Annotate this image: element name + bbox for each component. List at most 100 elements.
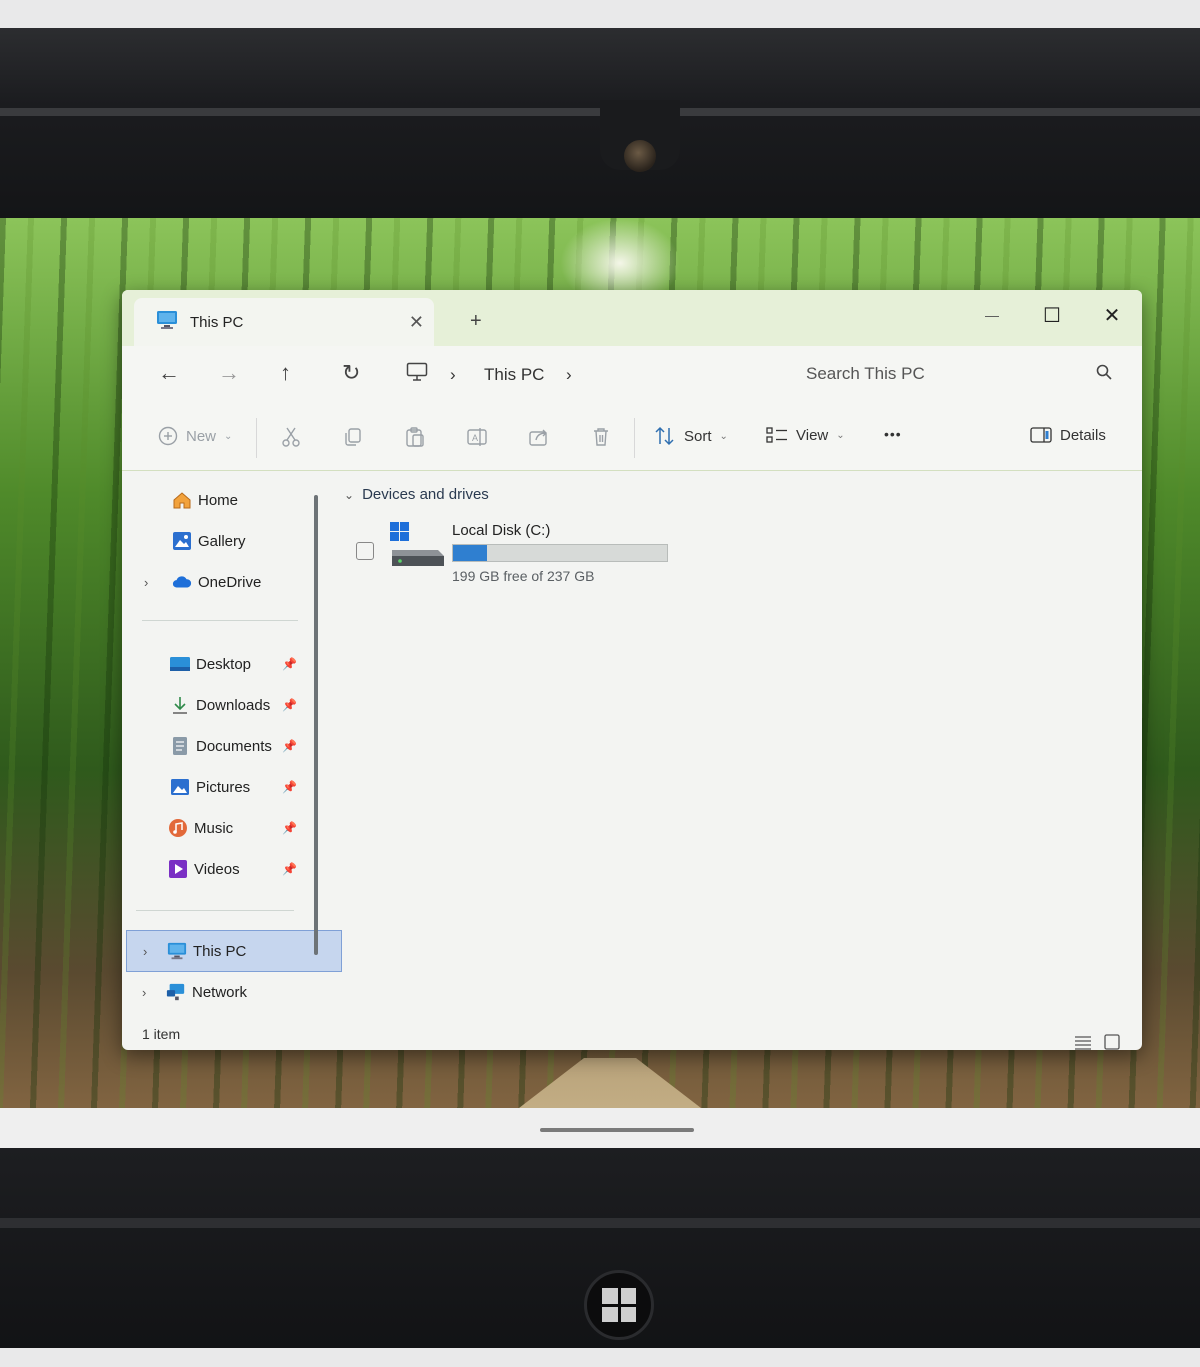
maximize-button[interactable]: ☐ [1022, 290, 1082, 340]
sort-label: Sort [684, 427, 712, 445]
share-button[interactable] [528, 426, 550, 448]
search-icon[interactable] [1096, 364, 1112, 385]
command-bar: New ⌄ A Sort ⌄ View ⌄ ••• Details [122, 404, 1142, 471]
close-window-button[interactable]: ✕ [1082, 290, 1142, 340]
sidebar-item-onedrive[interactable]: › OneDrive [122, 562, 362, 602]
chevron-down-icon: ⌄ [224, 430, 233, 442]
navigation-scrollbar[interactable] [314, 495, 318, 955]
file-explorer-window: This PC ✕ + — ☐ ✕ ← → ↑ ↻ › This PC › Se… [122, 290, 1142, 1050]
navigation-pane: Home Gallery › OneDrive Desktop 📌 Downlo… [122, 470, 342, 1018]
sort-icon [655, 426, 674, 446]
chevron-right-icon[interactable]: › [143, 944, 147, 959]
new-button[interactable]: New ⌄ [158, 426, 232, 446]
drive-item-c[interactable]: Local Disk (C:) 199 GB free of 237 GB [356, 518, 676, 594]
tab-label: This PC [190, 313, 244, 331]
chevron-right-icon[interactable]: › [142, 985, 146, 1000]
chevron-right-icon[interactable]: › [144, 575, 148, 590]
pin-icon[interactable]: 📌 [282, 739, 297, 753]
local-disk-icon [388, 522, 446, 572]
documents-icon [170, 736, 190, 756]
drive-name: Local Disk (C:) [452, 522, 551, 539]
refresh-button[interactable]: ↻ [342, 360, 360, 386]
tab-this-pc[interactable]: This PC ✕ [134, 298, 434, 346]
new-label: New [186, 427, 217, 445]
sidebar-item-documents[interactable]: Documents 📌 [122, 726, 360, 766]
network-icon [166, 982, 186, 1002]
svg-text:A: A [472, 433, 478, 443]
home-icon [172, 490, 192, 510]
pin-icon[interactable]: 📌 [282, 657, 297, 671]
search-input[interactable]: Search This PC [806, 364, 1096, 384]
details-pane-icon [1030, 427, 1052, 443]
breadcrumb-this-pc[interactable]: This PC [484, 365, 544, 385]
drive-usage-bar [452, 544, 668, 562]
copy-button[interactable] [342, 426, 364, 448]
pin-icon[interactable]: 📌 [282, 821, 297, 835]
desktop-folder-icon [170, 654, 190, 674]
monitor-icon[interactable] [406, 362, 428, 388]
status-item-count: 1 item [142, 1026, 181, 1042]
videos-icon [168, 859, 188, 879]
sidebar-item-videos[interactable]: Videos 📌 [122, 849, 358, 889]
sidebar-item-gallery[interactable]: Gallery [122, 521, 362, 561]
sidebar-item-network[interactable]: › Network [122, 972, 356, 1012]
drive-free-space: 199 GB free of 237 GB [452, 568, 595, 584]
close-tab-icon[interactable]: ✕ [409, 312, 424, 333]
this-pc-icon [167, 941, 187, 961]
view-button[interactable]: View ⌄ [766, 426, 845, 444]
trash-icon [594, 428, 608, 446]
drive-usage-fill [453, 545, 488, 561]
forward-button[interactable]: → [218, 360, 240, 386]
up-button[interactable]: ↑ [280, 360, 291, 386]
music-icon [168, 818, 188, 838]
chevron-down-icon[interactable]: ⌄ [344, 488, 354, 502]
paste-icon [406, 427, 424, 447]
windows-hardware-button[interactable] [584, 1270, 654, 1340]
paste-button[interactable] [404, 426, 426, 448]
view-label: View [796, 426, 829, 444]
minimize-button[interactable]: — [962, 290, 1022, 340]
cut-button[interactable] [280, 426, 302, 448]
camera-icon [624, 140, 656, 172]
select-checkbox[interactable] [356, 542, 374, 560]
this-pc-icon [156, 310, 178, 335]
downloads-icon [170, 695, 190, 715]
chevron-down-icon: ⌄ [836, 429, 845, 441]
details-view-icon[interactable] [1074, 1034, 1092, 1050]
group-header[interactable]: ⌄ Devices and drives [344, 486, 489, 503]
rename-icon: A [467, 428, 487, 446]
breadcrumb-chevron[interactable]: › [566, 365, 572, 385]
gallery-icon [172, 531, 192, 551]
file-view: ⌄ Devices and drives Local Disk (C:) 199… [328, 470, 1142, 1050]
sort-button[interactable]: Sort ⌄ [654, 426, 728, 446]
pictures-icon [170, 777, 190, 797]
new-tab-button[interactable]: + [470, 310, 482, 333]
details-button[interactable]: Details [1030, 426, 1106, 444]
rename-button[interactable]: A [466, 426, 488, 448]
sidebar-item-this-pc[interactable]: › This PC [126, 930, 342, 972]
tiles-view-icon[interactable] [1104, 1034, 1120, 1050]
chevron-down-icon: ⌄ [719, 430, 728, 442]
more-options-button[interactable]: ••• [884, 426, 902, 442]
back-button[interactable]: ← [158, 360, 180, 386]
sidebar-item-pictures[interactable]: Pictures 📌 [122, 767, 360, 807]
pin-icon[interactable]: 📌 [282, 862, 297, 876]
pin-icon[interactable]: 📌 [282, 780, 297, 794]
home-indicator [540, 1128, 694, 1132]
sidebar-item-desktop[interactable]: Desktop 📌 [122, 644, 360, 684]
share-icon [529, 429, 547, 446]
breadcrumb-separator[interactable]: › [450, 365, 456, 385]
details-label: Details [1060, 426, 1106, 444]
sidebar-item-home[interactable]: Home [122, 480, 362, 520]
onedrive-icon [172, 572, 192, 592]
sidebar-item-downloads[interactable]: Downloads 📌 [122, 685, 360, 725]
address-bar: ← → ↑ ↻ › This PC › Search This PC [122, 346, 1142, 405]
pin-icon[interactable]: 📌 [282, 698, 297, 712]
delete-button[interactable] [590, 426, 612, 448]
view-icon [766, 427, 787, 443]
title-bar: This PC ✕ + — ☐ ✕ [122, 290, 1142, 346]
sidebar-item-music[interactable]: Music 📌 [122, 808, 358, 848]
cut-icon [282, 427, 300, 447]
group-title: Devices and drives [362, 486, 489, 503]
search-box[interactable]: Search This PC [788, 354, 1134, 394]
